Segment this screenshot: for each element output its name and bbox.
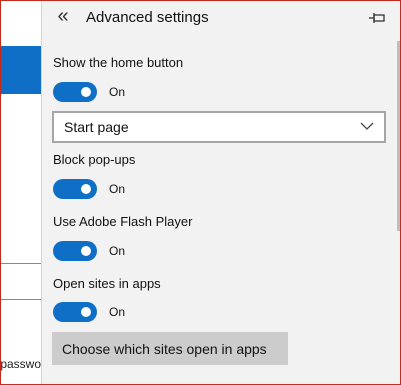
background-page: passwo — [1, 1, 41, 384]
home-button-toggle-row: On — [53, 82, 125, 102]
background-divider — [1, 263, 41, 264]
background-divider — [1, 299, 41, 300]
background-partial-text: passwo — [1, 357, 41, 371]
flash-toggle-state: On — [109, 244, 126, 258]
toggle-knob — [81, 307, 91, 317]
choose-sites-button[interactable]: Choose which sites open in apps — [52, 332, 288, 365]
home-button-label: Show the home button — [53, 55, 184, 70]
page-title: Advanced settings — [86, 9, 209, 26]
scrollbar[interactable] — [397, 41, 400, 231]
open-in-apps-toggle-row: On — [53, 302, 125, 322]
popups-toggle-row: On — [53, 179, 125, 199]
pin-icon[interactable] — [368, 11, 386, 25]
home-page-select[interactable]: Start page — [52, 111, 386, 143]
double-chevron-left-icon: « — [57, 5, 69, 27]
popups-label: Block pop-ups — [53, 152, 136, 167]
popups-toggle-state: On — [109, 182, 126, 196]
home-button-toggle-state: On — [109, 85, 126, 99]
flash-toggle[interactable] — [53, 241, 97, 261]
toggle-knob — [81, 87, 91, 97]
pane-header: « Advanced settings — [42, 1, 400, 37]
toggle-knob — [81, 184, 91, 194]
open-in-apps-toggle[interactable] — [53, 302, 97, 322]
flash-toggle-row: On — [53, 241, 125, 261]
toggle-knob — [81, 246, 91, 256]
background-blue-banner — [1, 46, 41, 94]
open-in-apps-label: Open sites in apps — [53, 276, 161, 291]
open-in-apps-toggle-state: On — [109, 305, 126, 319]
home-page-select-value: Start page — [64, 119, 129, 135]
chevron-down-icon — [360, 122, 374, 130]
popups-toggle[interactable] — [53, 179, 97, 199]
flash-label: Use Adobe Flash Player — [53, 214, 193, 229]
back-button[interactable]: « — [52, 5, 74, 29]
home-button-toggle[interactable] — [53, 82, 97, 102]
advanced-settings-pane: « Advanced settings Show the home button… — [41, 1, 400, 384]
